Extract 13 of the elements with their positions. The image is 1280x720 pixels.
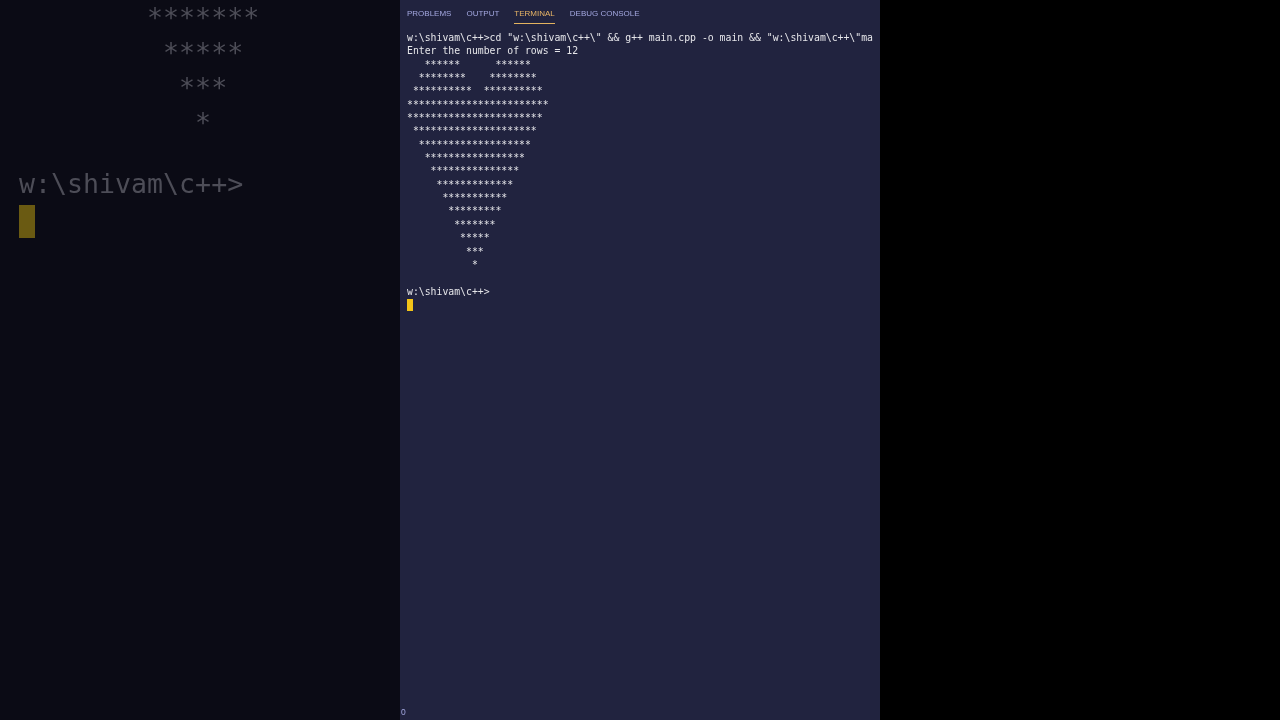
star-pattern-output: ****** ****** ******** ******** ********** ********** ************************ *********************** ********************* ******************* ***************** *************** ************* *********** ********* ******* ***** *** *: [407, 57, 549, 272]
terminal-line: w:\shivam\c++>cd "w:\shivam\c++\" && g++ main.cpp -o main && "w:\shivam\c++\"ma: [407, 31, 873, 45]
cursor-icon: [19, 205, 35, 238]
panel-tab[interactable]: OUTPUT: [466, 0, 500, 24]
terminal-line: Enter the number of rows = 12: [407, 44, 579, 58]
backdrop-star-pattern: ******* ***** *** *: [146, 1, 260, 140]
panel-tab[interactable]: PROBLEMS: [407, 0, 452, 24]
cursor-icon: [407, 298, 413, 311]
panel-tab[interactable]: DEBUG CONSOLE: [569, 0, 640, 24]
backdrop-prompt: w:\shivam\c++>: [19, 167, 244, 201]
panel-tab[interactable]: TERMINAL: [514, 0, 555, 24]
prompt-text: w:\shivam\c++>: [407, 284, 490, 298]
status-count: 0: [401, 707, 406, 717]
